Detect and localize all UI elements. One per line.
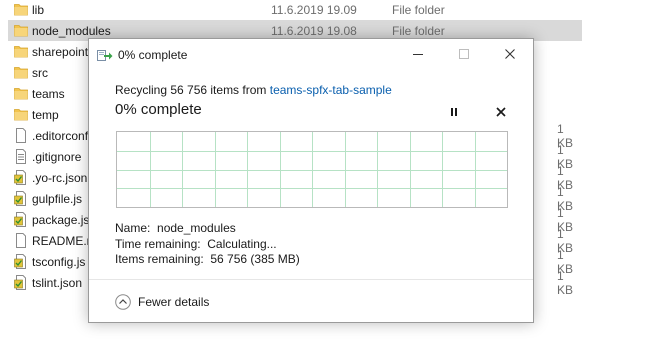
maximize-button[interactable] [441, 39, 487, 69]
minimize-icon [413, 54, 423, 55]
maximize-icon [459, 49, 469, 59]
minimize-button[interactable] [395, 39, 441, 69]
script-file-icon [14, 275, 26, 290]
detail-time-value: Calculating... [207, 237, 277, 251]
text-file-icon [16, 149, 26, 164]
cancel-button[interactable] [492, 103, 510, 121]
file-type: File folder [392, 23, 445, 38]
fewer-details-button[interactable]: Fewer details [115, 293, 209, 311]
file-name: lib [32, 2, 45, 17]
detail-name: Name: node_modules [115, 221, 236, 235]
file-name: temp [32, 107, 59, 122]
folder-icon [14, 25, 28, 37]
dialog-titlebar[interactable]: 0% complete [89, 39, 533, 71]
script-file-icon [14, 212, 26, 227]
close-button[interactable] [487, 39, 533, 69]
close-icon [496, 107, 506, 117]
file-name: tslint.json [32, 275, 83, 290]
script-file-icon [14, 191, 26, 206]
file-name: package.js [32, 212, 90, 227]
file-size: 1 KB [557, 268, 574, 297]
percent-complete: 0% complete [115, 101, 202, 118]
detail-name-value: node_modules [157, 221, 236, 235]
file-row[interactable]: lib 11.6.2019 19.09 File folder [8, 0, 582, 20]
chevron-up-circle-icon [115, 294, 131, 310]
folder-icon [14, 109, 28, 121]
file-name: tsconfig.js [32, 254, 86, 269]
source-folder-link[interactable]: teams-spfx-tab-sample [270, 83, 392, 97]
file-name: node_modules [32, 23, 111, 38]
file-name: README.m [32, 233, 97, 248]
detail-time-remaining: Time remaining: Calculating... [115, 237, 277, 251]
delete-progress-dialog: 0% complete Recycling 56 756 items from … [88, 38, 534, 323]
file-name: teams [32, 86, 65, 101]
detail-items-label: Items remaining: [115, 252, 204, 266]
file-date: 11.6.2019 19.08 [271, 23, 357, 38]
folder-icon [14, 67, 28, 79]
file-name: sharepoint [32, 44, 89, 59]
folder-icon [14, 46, 28, 58]
file-date: 11.6.2019 19.09 [271, 2, 357, 17]
folder-icon [14, 4, 28, 16]
detail-items-remaining: Items remaining: 56 756 (385 MB) [115, 252, 300, 266]
progress-graph [116, 131, 508, 208]
pause-button[interactable] [445, 103, 463, 121]
file-icon [16, 128, 26, 143]
progress-graph-grid [117, 132, 507, 207]
script-file-icon [14, 254, 26, 269]
pause-icon [451, 108, 457, 116]
file-name: src [32, 65, 48, 80]
file-name: .gitignore [32, 149, 82, 164]
recycling-status: Recycling 56 756 items from teams-spfx-t… [115, 83, 392, 97]
file-icon [16, 233, 26, 248]
folder-icon [14, 88, 28, 100]
recycling-prefix: Recycling 56 756 items from [115, 83, 270, 97]
file-name: .yo-rc.json [32, 170, 88, 185]
file-type: File folder [392, 2, 445, 17]
fewer-details-label: Fewer details [138, 295, 210, 309]
detail-name-label: Name: [115, 221, 151, 235]
recycle-progress-icon [97, 50, 113, 61]
detail-time-label: Time remaining: [115, 237, 201, 251]
dialog-separator [89, 279, 533, 280]
file-name: gulpfile.js [32, 191, 83, 206]
script-file-icon [14, 170, 26, 185]
dialog-title: 0% complete [118, 48, 188, 62]
file-name: .editorconf [32, 128, 89, 143]
close-icon [505, 49, 515, 59]
detail-items-value: 56 756 (385 MB) [210, 252, 300, 266]
